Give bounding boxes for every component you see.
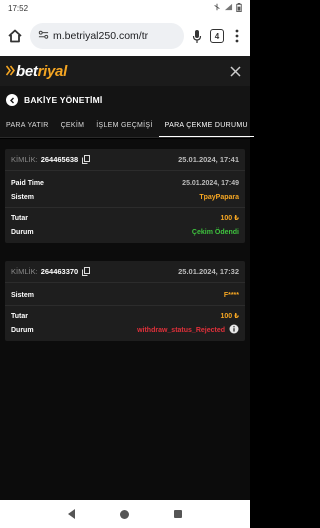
site-settings-icon[interactable] xyxy=(38,27,49,45)
nav-home-icon[interactable] xyxy=(119,509,129,519)
signal-icon xyxy=(224,3,233,13)
created-date: 25.01.2024, 17:32 xyxy=(178,267,239,276)
battery-icon xyxy=(236,2,242,14)
info-icon[interactable] xyxy=(229,324,239,336)
status-time: 17:52 xyxy=(8,3,29,13)
card-header: KİMLİK: 264465638 25.01.2024, 17:41 xyxy=(5,149,245,171)
amount-label: Tutar xyxy=(11,214,28,222)
system-label: Sistem xyxy=(11,291,34,299)
system-navigation-bar xyxy=(0,500,250,528)
withdrawal-id: KİMLİK: 264463370 xyxy=(11,267,90,276)
section-title: BAKİYE YÖNETİMİ xyxy=(24,95,103,105)
status-row: Durum withdraw_status_Rejected xyxy=(5,323,245,337)
nav-recents-icon[interactable] xyxy=(174,510,183,518)
system-row: Sistem TpayPapara xyxy=(5,190,245,204)
system-value: TpayPapara xyxy=(199,193,239,201)
system-label: Sistem xyxy=(11,193,34,201)
logo-chevron-icon xyxy=(5,63,16,80)
home-icon[interactable] xyxy=(6,27,24,45)
tab-withdraw[interactable]: ÇEKİM xyxy=(55,114,91,137)
overflow-menu-icon[interactable] xyxy=(230,27,244,45)
chevron-left-icon xyxy=(9,97,14,103)
card-header: KİMLİK: 264463370 25.01.2024, 17:32 xyxy=(5,261,245,283)
status-value-wrap: withdraw_status_Rejected xyxy=(137,324,239,336)
system-value: F**** xyxy=(223,291,239,299)
divider xyxy=(5,305,245,306)
nav-back-icon[interactable] xyxy=(67,509,75,519)
id-label: KİMLİK: xyxy=(11,155,38,164)
status-label: Durum xyxy=(11,326,34,334)
amount-label: Tutar xyxy=(11,312,28,320)
paid-time-label: Paid Time xyxy=(11,179,44,187)
status-icons xyxy=(213,2,242,14)
amount-row: Tutar 100 ₺ xyxy=(5,211,245,225)
logo-text-prefix: bet xyxy=(16,62,38,80)
betriyal-logo[interactable]: bet riyal xyxy=(5,62,68,80)
id-label: KİMLİK: xyxy=(11,267,38,276)
balance-tabs: PARA YATIR ÇEKİM İŞLEM GEÇMİŞİ PARA ÇEKM… xyxy=(0,114,254,138)
browser-toolbar: m.betriyal250.com/tr 4 xyxy=(0,16,250,56)
tab-switcher-button[interactable]: 4 xyxy=(210,29,224,43)
id-value: 264463370 xyxy=(40,267,79,276)
status-bar: 17:52 xyxy=(0,0,250,16)
paid-time-value: 25.01.2024, 17:49 xyxy=(182,179,239,187)
status-value: withdraw_status_Rejected xyxy=(137,326,225,334)
paid-time-row: Paid Time 25.01.2024, 17:49 xyxy=(5,176,245,190)
tab-withdrawal-status[interactable]: PARA ÇEKME DURUMU xyxy=(158,114,254,137)
withdrawal-card: KİMLİK: 264465638 25.01.2024, 17:41 Paid… xyxy=(5,149,245,243)
tab-deposit[interactable]: PARA YATIR xyxy=(0,114,55,137)
copy-icon[interactable] xyxy=(81,267,90,276)
copy-icon[interactable] xyxy=(81,155,90,164)
url-text: m.betriyal250.com/tr xyxy=(53,30,149,42)
system-row: Sistem F**** xyxy=(5,288,245,302)
status-value: Çekim Ödendi xyxy=(191,228,239,236)
close-button[interactable] xyxy=(226,62,244,80)
withdrawal-card: KİMLİK: 264463370 25.01.2024, 17:32 Sist… xyxy=(5,261,245,341)
status-row: Durum Çekim Ödendi xyxy=(5,225,245,239)
amount-value: 100 ₺ xyxy=(220,215,240,222)
microphone-icon[interactable] xyxy=(190,27,204,45)
back-button[interactable] xyxy=(6,94,18,106)
withdrawal-status-list: KİMLİK: 264465638 25.01.2024, 17:41 Paid… xyxy=(0,139,250,500)
created-date: 25.01.2024, 17:41 xyxy=(178,155,239,164)
id-value: 264465638 xyxy=(40,155,79,164)
logo-text-suffix: riyal xyxy=(37,62,68,80)
address-bar[interactable]: m.betriyal250.com/tr xyxy=(30,23,184,49)
mute-icon xyxy=(213,3,221,13)
status-label: Durum xyxy=(11,228,34,236)
amount-value: 100 ₺ xyxy=(220,313,240,320)
app-header: bet riyal xyxy=(0,56,250,86)
divider xyxy=(5,207,245,208)
withdrawal-id: KİMLİK: 264465638 xyxy=(11,155,90,164)
balance-management-header: BAKİYE YÖNETİMİ xyxy=(0,86,250,114)
tab-transaction-history[interactable]: İŞLEM GEÇMİŞİ xyxy=(90,114,158,137)
amount-row: Tutar 100 ₺ xyxy=(5,309,245,323)
